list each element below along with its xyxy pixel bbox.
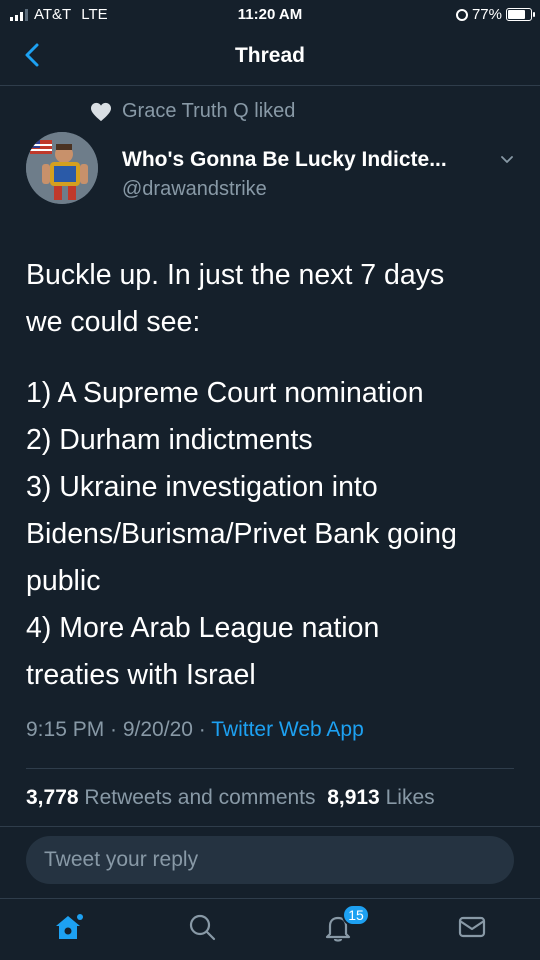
author-handle[interactable]: @drawandstrike	[122, 178, 267, 201]
social-context: Grace Truth Q liked	[90, 100, 295, 123]
search-icon[interactable]	[186, 911, 218, 943]
reply-placeholder: Tweet your reply	[44, 848, 199, 871]
mail-icon[interactable]	[456, 911, 488, 943]
heart-icon	[91, 102, 111, 121]
author-name[interactable]: Who's Gonna Be Lucky Indicte...	[122, 148, 447, 172]
tweet-source-link[interactable]: Twitter Web App	[211, 718, 364, 741]
retweets-label[interactable]: Retweets and comments	[84, 786, 315, 809]
likes-label[interactable]: Likes	[386, 786, 435, 809]
alarm-icon	[455, 8, 468, 21]
home-icon[interactable]	[52, 911, 84, 943]
tweet-line: treaties with Israel	[26, 659, 256, 691]
status-bar: AT&T LTE 11:20 AM 77%	[0, 0, 540, 30]
divider	[26, 768, 514, 769]
tweet-line: 2) Durham indictments	[26, 424, 313, 456]
divider	[0, 826, 540, 827]
chevron-down-icon[interactable]	[498, 150, 516, 168]
battery-percent: 77%	[471, 6, 502, 23]
tweet-line: 3) Ukraine investigation into	[26, 471, 378, 503]
avatar-image	[26, 132, 98, 204]
notifications-badge: 15	[342, 904, 370, 926]
likes-count[interactable]: 8,913	[327, 786, 380, 809]
page-title: Thread	[234, 44, 305, 67]
tweet-line: Buckle up. In just the next 7 days	[26, 259, 445, 291]
tweet-line: 1) A Supreme Court nomination	[26, 377, 424, 409]
status-right: 77%	[455, 6, 535, 23]
tweet-line: public	[26, 565, 101, 597]
tweet-text: Buckle up. In just the next 7 days we co…	[26, 252, 526, 699]
battery-fill	[508, 10, 525, 19]
tweet-timestamp: 9:15 PM · 9/20/20 ·	[26, 718, 206, 741]
nav-header: Thread	[0, 30, 540, 86]
tweet-line: 4) More Arab League nation	[26, 612, 380, 644]
reply-input[interactable]: Tweet your reply	[26, 836, 514, 884]
liked-text[interactable]: Grace Truth Q liked	[122, 100, 295, 123]
tab-bar	[0, 898, 540, 960]
battery-icon	[506, 8, 535, 21]
tweet-meta: 9:15 PM · 9/20/20 · Twitter Web App	[26, 718, 364, 742]
retweets-count[interactable]: 3,778	[26, 786, 79, 809]
tweet-line: Bidens/Burisma/Privet Bank going	[26, 518, 457, 550]
tweet-stats: 3,778 Retweets and comments 8,913 Likes	[26, 786, 435, 810]
tweet-line: we could see:	[26, 306, 201, 338]
avatar[interactable]	[26, 132, 98, 204]
